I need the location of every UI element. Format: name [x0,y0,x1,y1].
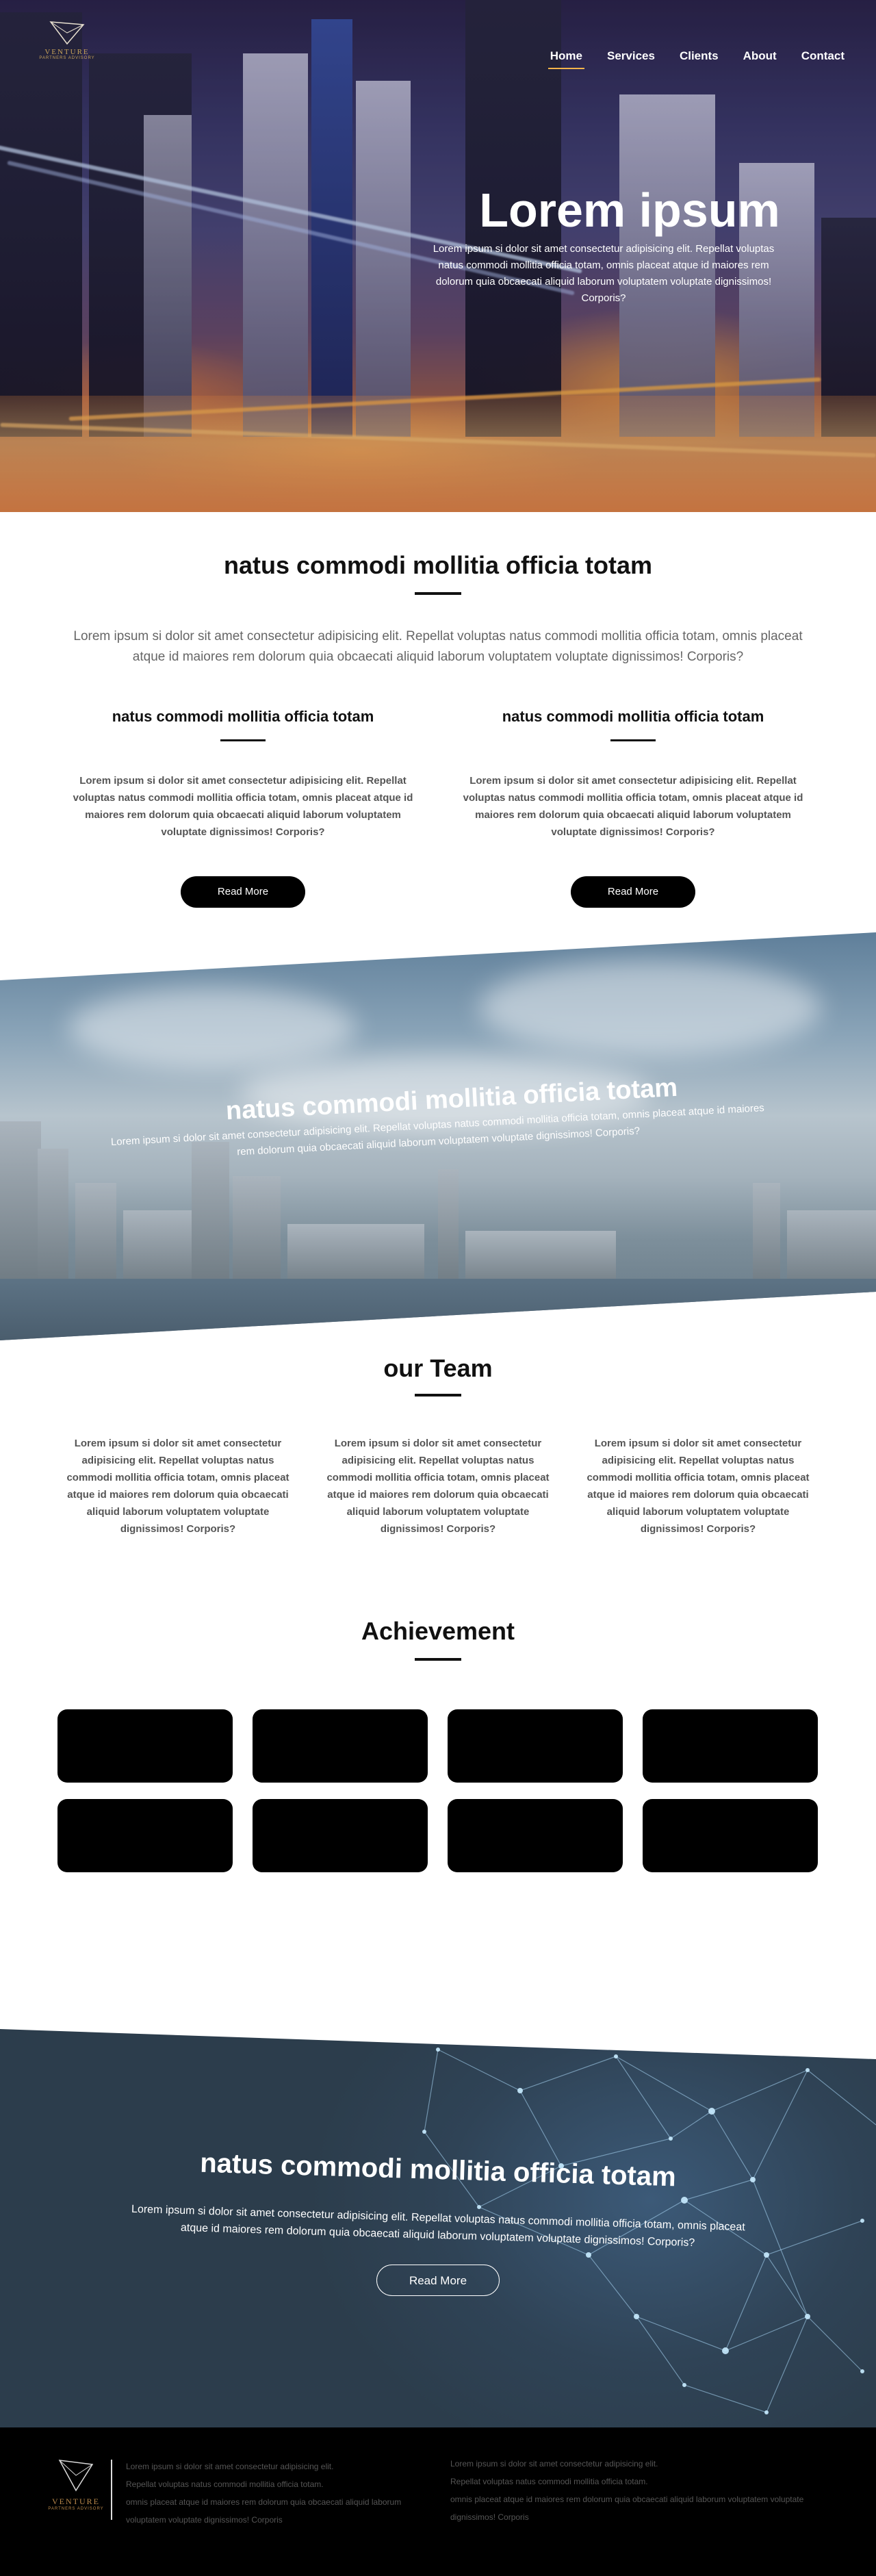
main-nav: Home Services Clients About Contact [548,49,845,69]
footer-col1-line: Repellat voluptas natus commodi mollitia… [126,2479,324,2489]
footer-col1-line: Lorem ipsum si dolor sit amet consectetu… [126,2462,334,2471]
city-tower [233,1176,281,1292]
footer-col1-line: voluptatem voluptate dignissimos! Corpor… [126,2515,283,2525]
footer-col2-line: Lorem ipsum si dolor sit amet consectetu… [450,2459,658,2469]
footer-col2-line: omnis placeat atque id maiores rem dolor… [450,2495,804,2504]
footer-divider [111,2460,112,2520]
column-1-text: Lorem ipsum si dolor sit amet consectetu… [73,775,413,838]
cloud [479,960,821,1056]
achievement-card [448,1799,623,1872]
intro-lead: Lorem ipsum si dolor sit amet consectetu… [73,629,803,664]
achievement-title-underline [415,1658,461,1661]
column-2-underline [610,739,656,741]
achievement-title: Achievement [361,1617,515,1645]
page: VENTURE PARTNERS ADVISORY Home Services … [0,0,876,2576]
achievement-card [57,1709,233,1783]
hero-title: Lorem ipsum [479,183,780,237]
team-member-2-text: Lorem ipsum si dolor sit amet consectetu… [326,1438,550,1535]
hero-section: VENTURE PARTNERS ADVISORY Home Services … [0,0,876,512]
footer-column-2: Lorem ipsum si dolor sit amet consectetu… [450,2455,803,2526]
column-1-read-more-button[interactable]: Read More [181,876,305,908]
logo-mark-icon [49,21,85,45]
team-title: our Team [383,1354,493,1382]
footer-col1-line: omnis placeat atque id maiores rem dolor… [126,2497,402,2507]
city-tower [38,1149,68,1292]
achievement-card [448,1709,623,1783]
achievement-card [253,1799,428,1872]
achievement-card [253,1709,428,1783]
brand-name: VENTURE [44,48,90,56]
footer-brand-tagline: PARTNERS ADVISORY [48,2507,104,2511]
achievement-card [643,1709,818,1783]
column-2-text: Lorem ipsum si dolor sit amet consectetu… [463,775,803,838]
brand-tagline: PARTNERS ADVISORY [39,56,95,60]
city-tower [0,1121,41,1292]
nav-clients[interactable]: Clients [680,49,719,63]
city-water [0,1279,876,1340]
brand-logo[interactable]: VENTURE PARTNERS ADVISORY [33,19,101,60]
column-2-title: natus commodi mollitia officia totam [502,708,764,725]
team-member-1-text: Lorem ipsum si dolor sit amet consectetu… [66,1438,289,1535]
city-tower [75,1183,116,1292]
footer-logo[interactable]: VENTURE PARTNERS ADVISORY [38,2458,114,2511]
intro-title: natus commodi mollitia officia totam [223,551,653,579]
city-tower [438,1169,459,1292]
achievement-card [57,1799,233,1872]
footer-column-1: Lorem ipsum si dolor sit amet consectetu… [126,2458,401,2529]
column-1-title: natus commodi mollitia officia totam [112,708,374,725]
cloud [68,987,356,1069]
city-tower [192,1142,229,1292]
team-title-underline [415,1394,461,1397]
nav-home[interactable]: Home [548,49,585,69]
column-2-read-more-button[interactable]: Read More [571,876,695,908]
city-tower [753,1183,780,1292]
team-member-3-text: Lorem ipsum si dolor sit amet consectetu… [587,1438,810,1535]
footer-logo-mark-icon [58,2460,94,2492]
network-read-more-button[interactable]: Read More [376,2265,500,2296]
intro-title-underline [415,592,461,595]
nav-services[interactable]: Services [607,49,655,63]
hero-text: Lorem ipsum si dolor sit amet consectetu… [433,243,775,304]
nav-about[interactable]: About [743,49,777,63]
footer-col2-line: dignissimos! Corporis [450,2512,529,2522]
achievement-card [643,1799,818,1872]
column-1-underline [220,739,266,741]
nav-contact[interactable]: Contact [801,49,845,63]
footer-col2-line: Repellat voluptas natus commodi mollitia… [450,2477,648,2486]
footer-brand-name: VENTURE [52,2497,100,2506]
